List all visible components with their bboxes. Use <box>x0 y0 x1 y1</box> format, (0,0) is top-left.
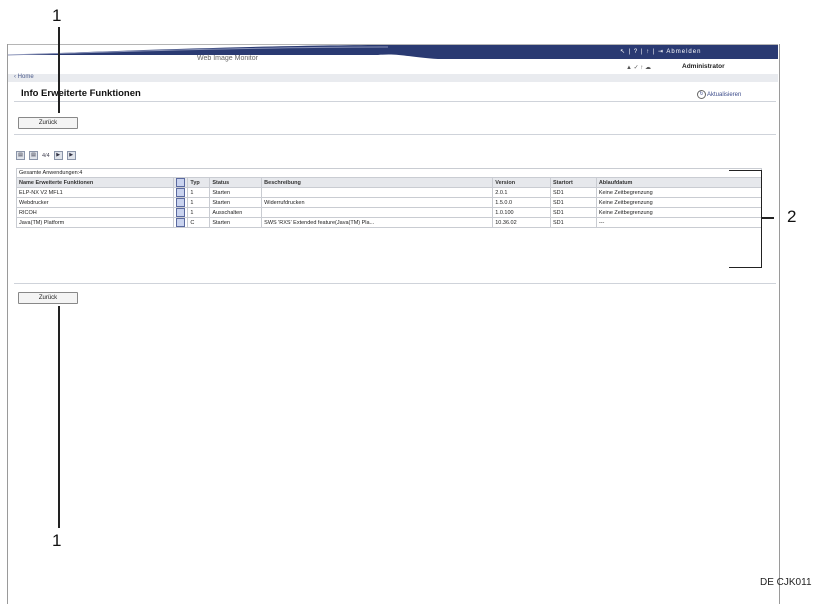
cell-detail[interactable] <box>173 187 189 198</box>
cell-description: Widerrufdrucken <box>261 197 494 208</box>
app-title: Web Image Monitor <box>197 55 258 62</box>
callout-number-2: 2 <box>787 207 797 226</box>
cell-startort: SD1 <box>549 217 597 228</box>
back-button-bottom[interactable]: Zurück <box>18 292 78 304</box>
col-header-status[interactable]: Status <box>209 177 263 188</box>
table-row[interactable]: Java(TM) Platform C Starten SWS 'RXS' Ex… <box>15 217 763 228</box>
detail-icon[interactable] <box>176 188 186 197</box>
cell-name: Webdrucker <box>15 197 175 208</box>
header-status-icons[interactable]: ▲ ✓ ↑ ☁ <box>626 64 651 71</box>
col-header-type[interactable]: Typ <box>187 177 211 188</box>
next-page-icon[interactable]: ▶ <box>53 151 63 160</box>
table-bracket <box>729 170 762 268</box>
cell-status: Starten <box>209 217 263 228</box>
back-button-top[interactable]: Zurück <box>18 117 78 129</box>
cell-type: 1 <box>187 197 211 208</box>
col-header-name[interactable]: Name Erweiterte Funktionen <box>15 177 175 188</box>
detail-icon[interactable] <box>176 208 186 217</box>
col-header-version[interactable]: Version <box>492 177 551 188</box>
cell-startort: SD1 <box>549 187 597 198</box>
page-counter: 4/4 <box>42 152 50 159</box>
cell-version: 10.36.02 <box>492 217 551 228</box>
cell-name: RICOH <box>15 207 175 218</box>
divider <box>14 101 776 102</box>
detail-icon[interactable] <box>176 198 186 207</box>
callout-number-1-top: 1 <box>52 6 62 25</box>
list-toolbar: ▤ ▤ 4/4 ▶ ▶ <box>16 151 76 160</box>
cell-detail[interactable] <box>173 217 189 228</box>
table-caption-row: Gesamte Anwendungen:4 <box>16 168 762 178</box>
col-header-icon <box>173 177 189 188</box>
cell-type: 1 <box>187 207 211 218</box>
cell-name: ELP-NX V2 MFL1 <box>15 187 175 198</box>
cell-version: 1.0.100 <box>492 207 551 218</box>
cell-type: C <box>187 217 211 228</box>
cell-startort: SD1 <box>549 197 597 208</box>
refresh-label: Aktualisieren <box>707 92 742 99</box>
cell-status: Starten <box>209 187 263 198</box>
table-caption: Gesamte Anwendungen:4 <box>16 168 762 178</box>
user-name: Administrator <box>682 63 725 70</box>
cell-type: 1 <box>187 187 211 198</box>
first-page-icon[interactable]: ▤ <box>16 151 25 160</box>
table-row[interactable]: RICOH 1 Ausschalten 1.0.100 SD1 Keine Ze… <box>15 207 763 218</box>
callout-line-2 <box>762 217 774 219</box>
cell-status: Starten <box>209 197 263 208</box>
cell-detail[interactable] <box>173 207 189 218</box>
prev-page-icon[interactable]: ▤ <box>29 151 38 160</box>
cell-startort: SD1 <box>549 207 597 218</box>
last-page-icon[interactable]: ▶ <box>66 151 76 160</box>
refresh-icon: ↻ <box>697 90 706 99</box>
table-header-row: Name Erweiterte Funktionen Typ Status Be… <box>15 177 763 188</box>
col-header-description[interactable]: Beschreibung <box>261 177 494 188</box>
page-title: Info Erweiterte Funktionen <box>21 88 141 99</box>
cell-version: 2.0.1 <box>492 187 551 198</box>
cell-status: Ausschalten <box>209 207 263 218</box>
callout-line-bottom <box>58 306 60 528</box>
callout-line-top <box>58 27 60 113</box>
callout-number-1-bottom: 1 <box>52 531 62 550</box>
table-row[interactable]: ELP-NX V2 MFL1 1 Starten 2.0.1 SD1 Keine… <box>15 187 763 198</box>
extended-features-table: Gesamte Anwendungen:4 Name Erweiterte Fu… <box>15 168 763 228</box>
header-tools[interactable]: ↖ | ? | ↑ | ⇥ Abmelden <box>620 48 701 55</box>
detail-icon <box>176 178 186 187</box>
cell-description <box>261 207 494 218</box>
col-header-startort[interactable]: Startort <box>549 177 597 188</box>
divider <box>14 134 776 135</box>
refresh-link[interactable]: ↻ Aktualisieren <box>697 90 741 99</box>
home-link[interactable]: ‹ Home <box>14 74 34 80</box>
table-row[interactable]: Webdrucker 1 Starten Widerrufdrucken 1.5… <box>15 197 763 208</box>
divider <box>14 283 776 284</box>
cell-description <box>261 187 494 198</box>
sub-bar <box>8 74 778 82</box>
cell-version: 1.5.0.0 <box>492 197 551 208</box>
detail-icon[interactable] <box>176 218 186 227</box>
cell-detail[interactable] <box>173 197 189 208</box>
figure-code: DE CJK011 <box>760 577 812 588</box>
cell-description: SWS 'RXS' Extended feature(Java(TM) Pla.… <box>261 217 494 228</box>
browser-frame <box>7 44 780 604</box>
cell-name: Java(TM) Platform <box>15 217 175 228</box>
